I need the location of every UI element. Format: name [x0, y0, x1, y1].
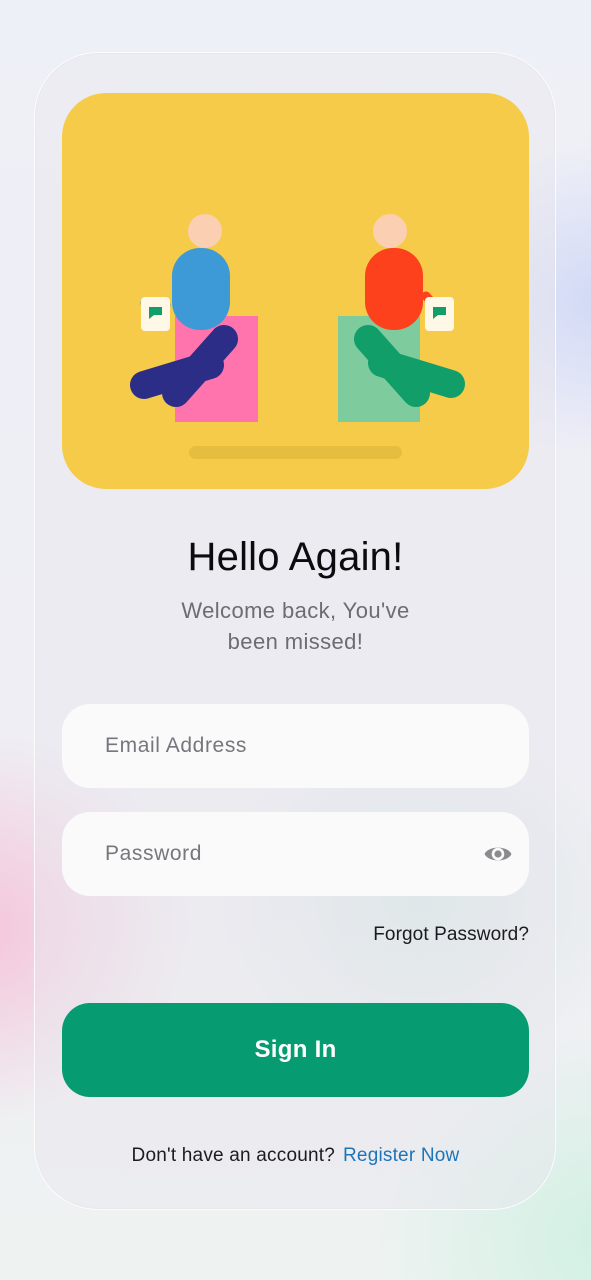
forgot-password-link[interactable]: Forgot Password? [373, 924, 529, 946]
register-now-link[interactable]: Register Now [343, 1145, 459, 1166]
email-input[interactable] [62, 704, 529, 788]
eye-icon[interactable] [483, 840, 513, 868]
people-chatting-illustration [130, 214, 465, 459]
sign-in-button[interactable]: Sign In [62, 1003, 529, 1097]
hero-illustration [62, 93, 529, 489]
page-title: Hello Again! [187, 535, 404, 579]
password-field [62, 812, 529, 896]
right-person-body [365, 248, 423, 330]
email-field [62, 704, 529, 788]
left-person-leg [130, 351, 224, 399]
register-prompt: Don't have an account? Register Now [0, 1142, 591, 1170]
right-person-head [373, 214, 407, 248]
left-person-head [188, 214, 222, 248]
left-person-body [172, 248, 230, 330]
page-subtitle: Welcome back, You've been missed! [181, 598, 410, 654]
password-input[interactable] [62, 812, 529, 896]
floor-shadow [189, 446, 402, 459]
register-question: Don't have an account? [131, 1145, 335, 1166]
